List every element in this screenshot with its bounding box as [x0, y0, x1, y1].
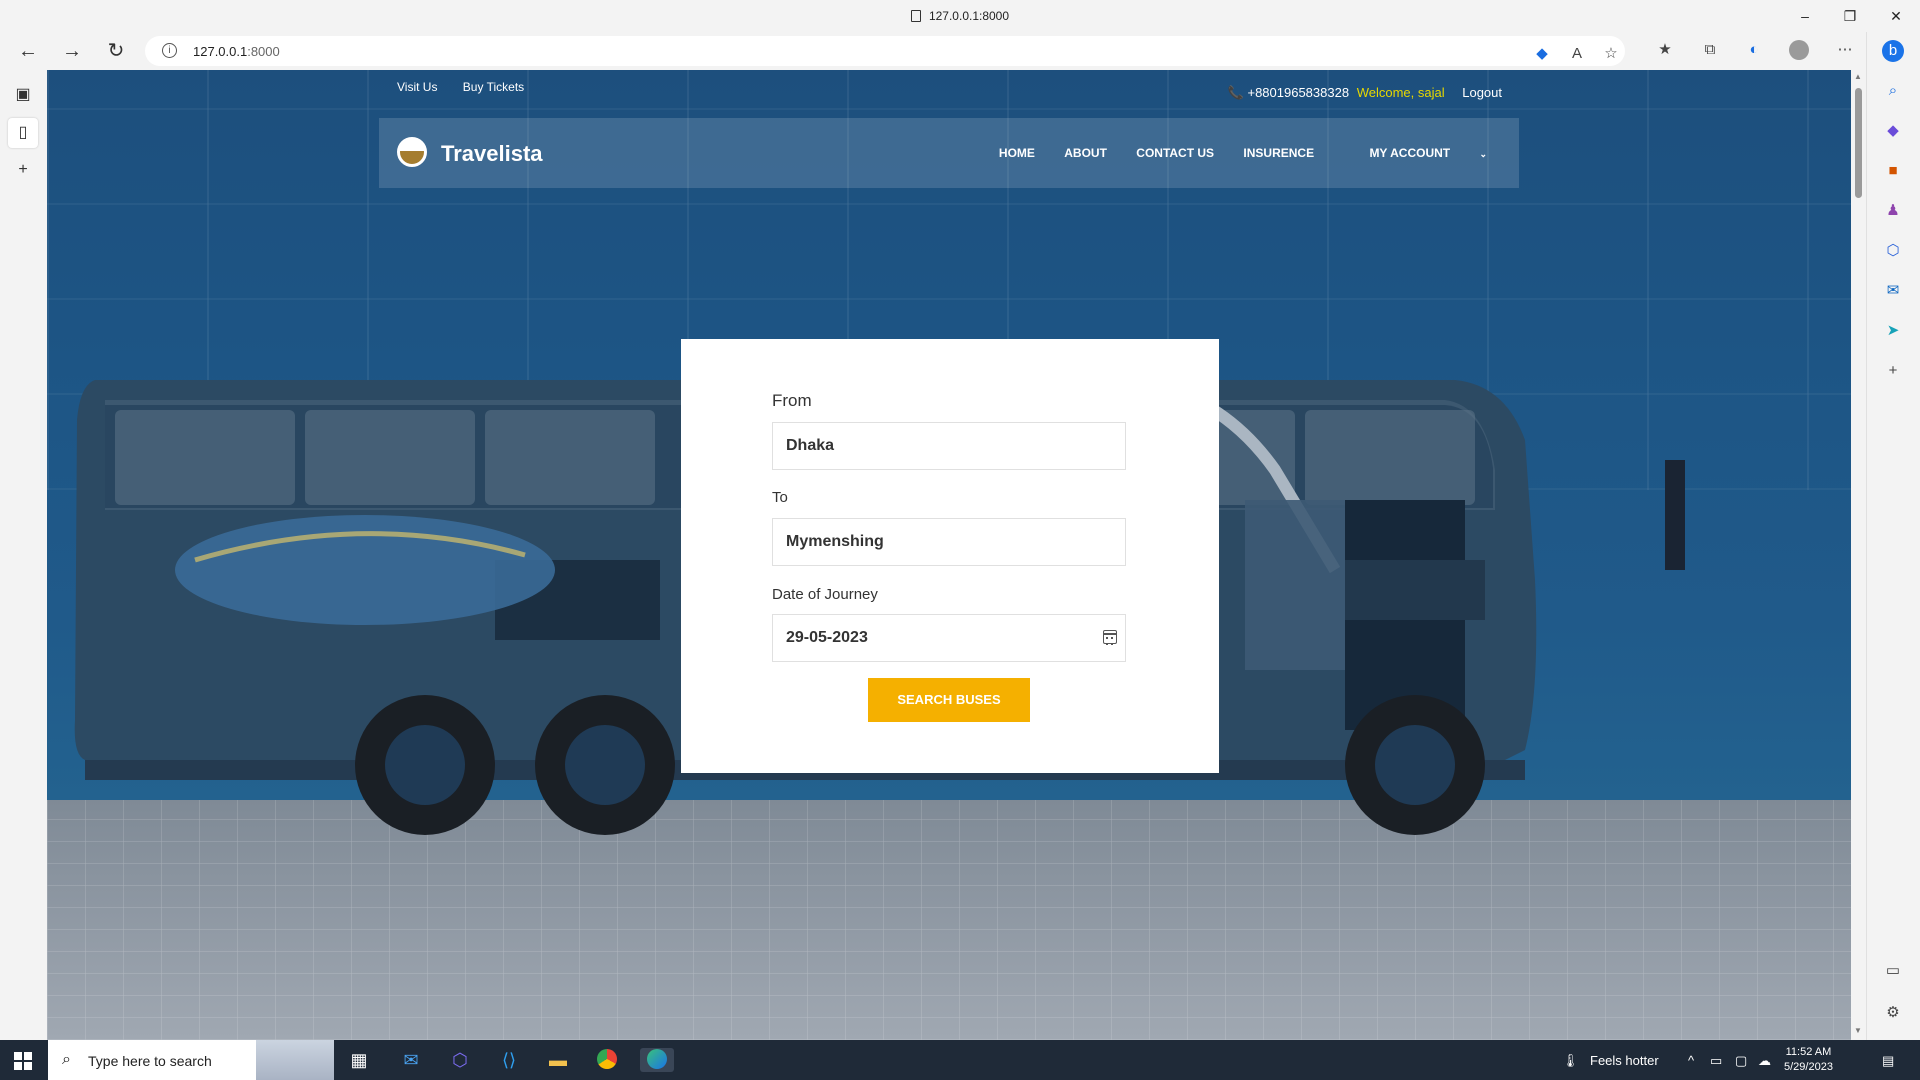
taskbar-clock[interactable]: 11:52 AM 5/29/2023 — [1784, 1045, 1833, 1075]
more-options-icon[interactable]: ⋯ — [1835, 40, 1855, 60]
favorites-icon[interactable]: ★ — [1655, 40, 1675, 60]
nav-insurence[interactable]: INSURENCE — [1243, 146, 1314, 160]
vertical-tabs-panel: ▣ ▯ + — [0, 70, 47, 1040]
page-scrollbar[interactable]: ▲ ▼ — [1851, 70, 1866, 1040]
buy-tickets-link[interactable]: Buy Tickets — [463, 80, 524, 94]
url-text: 127.0.0.1:8000 — [193, 44, 280, 59]
windows-taskbar: ⌕ Type here to search ▦ ✉ ⬡ ⟨⟩ ▬ 🌡 Feels… — [0, 1040, 1920, 1080]
search-icon[interactable]: ⌕ — [1882, 80, 1904, 102]
back-icon[interactable]: ← — [15, 38, 41, 64]
search-highlight-image — [256, 1040, 334, 1080]
info-icon[interactable]: i — [162, 43, 177, 58]
scroll-thumb[interactable] — [1855, 88, 1862, 198]
to-field[interactable]: Mymenshing — [772, 518, 1126, 566]
hide-sidebar-icon[interactable]: ▭ — [1882, 960, 1904, 982]
to-label: To — [772, 489, 788, 506]
games-icon[interactable]: ♟ — [1882, 200, 1904, 222]
site-navbar: Travelista HOME ABOUT CONTACT US INSUREN… — [379, 118, 1519, 188]
from-field[interactable]: Dhaka — [772, 422, 1126, 470]
settings-gear-icon[interactable]: ⚙ — [1882, 1002, 1904, 1024]
to-value: Mymenshing — [786, 533, 884, 550]
maximize-button[interactable]: ❐ — [1840, 6, 1860, 26]
scroll-down-icon[interactable]: ▼ — [1854, 1026, 1862, 1035]
tools-icon[interactable]: ■ — [1882, 160, 1904, 182]
onedrive-icon[interactable]: ☁ — [1758, 1053, 1771, 1069]
add-favorite-icon[interactable]: ☆ — [1601, 44, 1621, 64]
search-buses-button[interactable]: SEARCH BUSES — [868, 678, 1030, 722]
tray-chevron-icon[interactable]: ^ — [1688, 1053, 1694, 1068]
office-icon[interactable]: ⬡ — [1882, 240, 1904, 262]
phone-number: +8801965838328 — [1247, 85, 1350, 100]
edge-bar-icon[interactable]: ◐ — [1744, 40, 1764, 60]
meet-icon[interactable]: ▢ — [1735, 1053, 1747, 1069]
vscode-icon[interactable]: ⟨⟩ — [496, 1048, 522, 1072]
address-bar-row: ← → ↻ i 127.0.0.1:8000 ◆ A ☆ ★ ⧉ ◐ ⋯ — [0, 32, 1880, 70]
nav-contact-us[interactable]: CONTACT US — [1136, 146, 1214, 160]
edge-sidebar: b ⌕ ◆ ■ ♟ ⬡ ✉ ➤ + ▭ ⚙ — [1866, 32, 1920, 1040]
main-menu: HOME ABOUT CONTACT US INSURENCE MY ACCOU… — [973, 146, 1487, 160]
shopping-icon[interactable]: ◆ — [1882, 120, 1904, 142]
outlook-icon[interactable]: ✉ — [1882, 280, 1904, 302]
page-viewport: Visit Us Buy Tickets 📞 +8801965838328 We… — [47, 70, 1851, 1040]
date-field[interactable]: 29-05-2023 — [772, 614, 1126, 662]
logout-link[interactable]: Logout — [1462, 85, 1502, 100]
nav-home[interactable]: HOME — [999, 146, 1035, 160]
profile-avatar[interactable] — [1789, 40, 1809, 60]
phone-icon: 📞 — [1227, 85, 1244, 100]
page-icon — [910, 10, 921, 22]
url-input[interactable]: i 127.0.0.1:8000 ◆ A ☆ — [145, 36, 1625, 66]
search-card: From Dhaka To Mymenshing Date of Journey… — [681, 339, 1219, 773]
visit-us-link[interactable]: Visit Us — [397, 80, 437, 94]
file-explorer-icon[interactable]: ▬ — [545, 1048, 571, 1072]
window-title: 127.0.0.1:8000 — [0, 9, 1920, 23]
tab-actions-icon[interactable]: ▣ — [12, 84, 34, 106]
network-icon[interactable]: ▭ — [1710, 1053, 1722, 1069]
search-icon: ⌕ — [62, 1051, 71, 1068]
app-hex-icon[interactable]: ⬡ — [447, 1048, 473, 1072]
forward-icon[interactable]: → — [59, 38, 85, 64]
window-titlebar: 127.0.0.1:8000 – ❐ ✕ — [0, 0, 1920, 32]
collections-icon[interactable]: ⧉ — [1700, 40, 1720, 60]
taskbar-search-placeholder: Type here to search — [88, 1053, 212, 1069]
taskbar-search[interactable]: ⌕ Type here to search — [48, 1040, 334, 1080]
chrome-icon[interactable] — [594, 1048, 620, 1072]
tab-current-page[interactable]: ▯ — [8, 118, 38, 148]
brand[interactable]: Travelista — [397, 137, 543, 167]
task-view-icon[interactable]: ▦ — [346, 1048, 372, 1072]
weather-text[interactable]: Feels hotter — [1590, 1053, 1659, 1068]
windows-start-icon[interactable] — [14, 1052, 32, 1070]
nav-my-account[interactable]: MY ACCOUNT ⌄ — [1343, 146, 1487, 160]
clock-date: 5/29/2023 — [1784, 1061, 1833, 1073]
bing-chat-icon[interactable]: b — [1882, 40, 1904, 62]
refresh-icon[interactable]: ↻ — [103, 38, 129, 64]
date-value: 29-05-2023 — [786, 629, 868, 646]
nav-about[interactable]: ABOUT — [1064, 146, 1107, 160]
brand-logo-icon — [397, 137, 427, 167]
drop-icon[interactable]: ➤ — [1882, 320, 1904, 342]
chevron-down-icon: ⌄ — [1479, 149, 1487, 159]
date-label: Date of Journey — [772, 586, 878, 603]
notifications-icon[interactable]: ▤ — [1882, 1053, 1894, 1069]
topbar-account: 📞 +8801965838328 Welcome, sajal Logout — [1228, 85, 1502, 101]
topbar-links: Visit Us Buy Tickets — [397, 80, 546, 94]
from-label: From — [772, 391, 812, 410]
edge-taskbar-icon[interactable] — [640, 1048, 674, 1072]
close-button[interactable]: ✕ — [1886, 6, 1906, 26]
welcome-text: Welcome, sajal — [1356, 85, 1445, 100]
calendar-icon[interactable] — [1103, 630, 1117, 645]
shopping-tag-icon[interactable]: ◆ — [1532, 44, 1552, 64]
new-tab-icon[interactable]: + — [12, 159, 34, 181]
minimize-button[interactable]: – — [1795, 6, 1815, 26]
scroll-up-icon[interactable]: ▲ — [1854, 72, 1862, 81]
from-value: Dhaka — [786, 437, 835, 454]
brand-name: Travelista — [441, 141, 543, 166]
weather-icon[interactable]: 🌡 — [1562, 1053, 1579, 1069]
mail-icon[interactable]: ✉ — [398, 1048, 424, 1072]
add-sidebar-app-icon[interactable]: + — [1882, 360, 1904, 382]
read-aloud-icon[interactable]: A — [1567, 44, 1587, 64]
clock-time: 11:52 AM — [1785, 1046, 1832, 1058]
